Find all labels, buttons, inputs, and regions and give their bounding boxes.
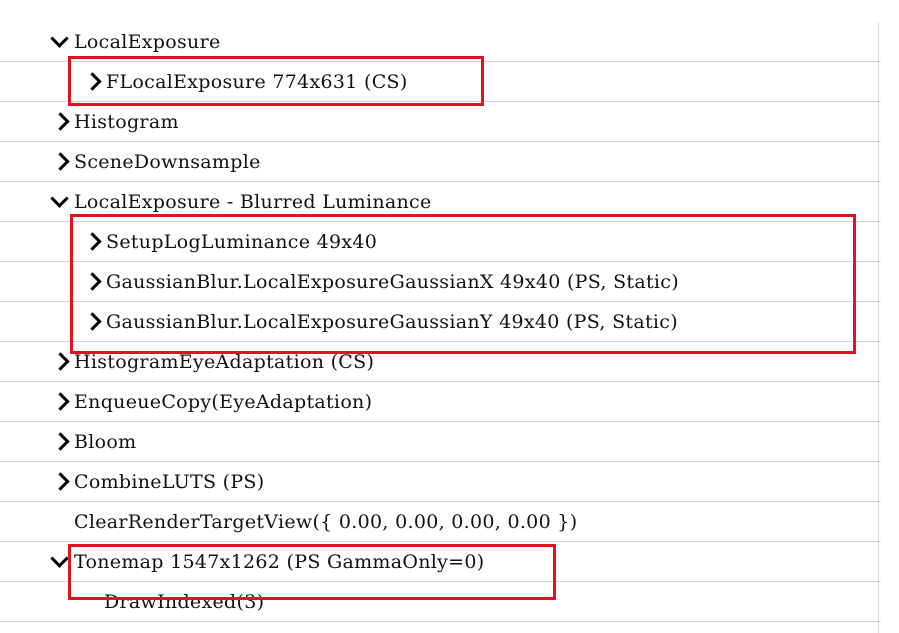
tree-item-bloom[interactable]: Bloom [0, 422, 881, 462]
chevron-down-icon[interactable] [48, 548, 70, 573]
tree-item-label: Histogram [74, 110, 179, 133]
tree-item-gaussianblur-y[interactable]: GaussianBlur.LocalExposureGaussianY 49x4… [0, 302, 881, 342]
chevron-right-icon[interactable] [48, 351, 70, 373]
tree-item-histogrameyeadaptation[interactable]: HistogramEyeAdaptation (CS) [0, 342, 881, 382]
tree-item-label: GaussianBlur.LocalExposureGaussianY 49x4… [106, 310, 678, 333]
chevron-right-icon[interactable] [48, 391, 70, 413]
chevron-down-icon[interactable] [48, 188, 70, 213]
tree-item-label: LocalExposure - Blurred Luminance [74, 190, 432, 213]
chevron-right-icon[interactable] [80, 231, 102, 253]
tree-item-label: SceneDownsample [74, 150, 261, 173]
tree-item-label: LocalExposure [74, 30, 221, 53]
chevron-right-icon[interactable] [80, 311, 102, 333]
tree-item-gaussianblur-x[interactable]: GaussianBlur.LocalExposureGaussianX 49x4… [0, 262, 881, 302]
tree-item-label: Tonemap 1547x1262 (PS GammaOnly=0) [74, 550, 485, 573]
tree-item-tonemap[interactable]: Tonemap 1547x1262 (PS GammaOnly=0) [0, 542, 881, 582]
chevron-right-icon[interactable] [48, 111, 70, 133]
tree-item-label: DrawIndexed(3) [104, 590, 265, 613]
tree-item-localexposure[interactable]: LocalExposure [0, 22, 881, 62]
tree-item-flocalexposure[interactable]: FLocalExposure 774x631 (CS) [0, 62, 881, 102]
chevron-right-icon[interactable] [48, 151, 70, 173]
column-divider [878, 22, 879, 633]
chevron-down-icon[interactable] [48, 28, 70, 53]
tree-item-label: CombineLUTS (PS) [74, 470, 265, 493]
tree-item-combineluts[interactable]: CombineLUTS (PS) [0, 462, 881, 502]
tree-item-drawindexed[interactable]: DrawIndexed(3) [0, 582, 881, 622]
tree-item-label: EnqueueCopy(EyeAdaptation) [74, 390, 373, 413]
tree-item-label: HistogramEyeAdaptation (CS) [74, 350, 375, 373]
chevron-right-icon[interactable] [48, 431, 70, 453]
event-tree: LocalExposure FLocalExposure 774x631 (CS… [0, 22, 881, 622]
tree-item-label: FLocalExposure 774x631 (CS) [106, 70, 408, 93]
tree-item-histogram[interactable]: Histogram [0, 102, 881, 142]
tree-item-enqueuecopy[interactable]: EnqueueCopy(EyeAdaptation) [0, 382, 881, 422]
tree-item-label: GaussianBlur.LocalExposureGaussianX 49x4… [106, 270, 679, 293]
tree-item-setuplogluminance[interactable]: SetupLogLuminance 49x40 [0, 222, 881, 262]
tree-item-label: SetupLogLuminance 49x40 [106, 230, 378, 253]
chevron-right-icon[interactable] [80, 271, 102, 293]
tree-item-label: ClearRenderTargetView({ 0.00, 0.00, 0.00… [74, 510, 578, 533]
tree-item-localexposure-blurred[interactable]: LocalExposure - Blurred Luminance [0, 182, 881, 222]
chevron-right-icon[interactable] [48, 471, 70, 493]
tree-item-scenedownsample[interactable]: SceneDownsample [0, 142, 881, 182]
tree-item-label: Bloom [74, 430, 137, 453]
tree-item-clearrendertargetview[interactable]: ClearRenderTargetView({ 0.00, 0.00, 0.00… [0, 502, 881, 542]
chevron-right-icon[interactable] [80, 71, 102, 93]
